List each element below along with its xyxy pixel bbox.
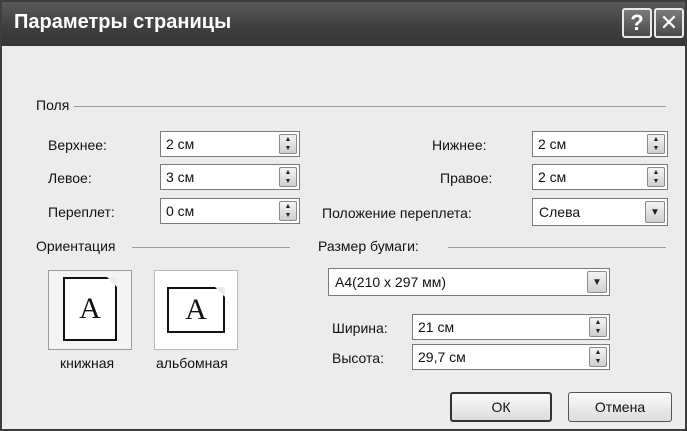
margins-group-divider <box>74 106 666 107</box>
paper-size-value: А4(210 x 297 мм) <box>335 274 447 290</box>
dialog-title: Параметры страницы <box>14 11 232 33</box>
landscape-glyph: A <box>185 293 207 326</box>
top-margin-input[interactable]: 2 см ▲ ▼ <box>160 131 300 157</box>
paper-height-value: 29,7 см <box>418 349 466 365</box>
gutter-value: 0 см <box>166 203 195 219</box>
right-margin-input[interactable]: 2 см ▲ ▼ <box>532 164 668 190</box>
portrait-orientation-button[interactable]: A <box>48 270 132 350</box>
landscape-orientation-button[interactable]: A <box>154 270 238 350</box>
left-margin-input[interactable]: 3 см ▲ ▼ <box>160 164 300 190</box>
landscape-label: альбомная <box>156 355 228 371</box>
right-margin-label: Правое: <box>440 170 493 186</box>
spin-arrows-icon[interactable]: ▲ ▼ <box>279 201 297 221</box>
gutter-position-label: Положение переплета: <box>322 205 472 221</box>
help-button[interactable]: ? <box>622 8 652 38</box>
paper-size-group-label: Размер бумаги: <box>318 238 419 254</box>
gutter-label: Переплет: <box>48 204 115 220</box>
gutter-position-value: Слева <box>539 204 581 220</box>
paper-width-label: Ширина: <box>332 320 388 336</box>
left-margin-value: 3 см <box>166 169 195 185</box>
bottom-margin-input[interactable]: 2 см ▲ ▼ <box>532 131 668 157</box>
gutter-input[interactable]: 0 см ▲ ▼ <box>160 198 300 224</box>
spin-arrows-icon[interactable]: ▲ ▼ <box>589 347 607 367</box>
ok-button[interactable]: ОК <box>450 392 552 422</box>
portrait-page-icon: A <box>63 277 117 341</box>
title-bar: Параметры страницы ? ✕ <box>2 2 685 46</box>
page-setup-dialog: Параметры страницы ? ✕ Поля Верхнее: 2 с… <box>0 0 687 431</box>
paper-size-select[interactable]: А4(210 x 297 мм) ▼ <box>328 268 610 296</box>
chevron-down-icon[interactable]: ▼ <box>587 271 607 293</box>
bottom-margin-value: 2 см <box>538 136 567 152</box>
cancel-button[interactable]: Отмена <box>568 392 672 422</box>
spin-arrows-icon[interactable]: ▲ ▼ <box>279 134 297 154</box>
portrait-glyph: A <box>79 292 101 325</box>
chevron-down-icon[interactable]: ▼ <box>645 201 665 223</box>
close-icon: ✕ <box>659 10 679 35</box>
spin-arrows-icon[interactable]: ▲ ▼ <box>647 167 665 187</box>
top-margin-value: 2 см <box>166 136 195 152</box>
bottom-margin-label: Нижнее: <box>432 137 487 153</box>
close-button[interactable]: ✕ <box>654 8 684 38</box>
spin-arrows-icon[interactable]: ▲ ▼ <box>647 134 665 154</box>
gutter-label-colon: : <box>110 204 115 220</box>
paper-width-value: 21 см <box>418 319 455 335</box>
margins-group-label: Поля <box>36 97 70 113</box>
help-icon: ? <box>630 10 644 35</box>
portrait-label: книжная <box>60 355 115 371</box>
paper-height-input[interactable]: 29,7 см ▲ ▼ <box>412 344 610 370</box>
top-margin-label: Верхнее: <box>48 137 107 153</box>
right-margin-value: 2 см <box>538 169 567 185</box>
paper-height-label: Высота: <box>332 350 384 366</box>
spin-arrows-icon[interactable]: ▲ ▼ <box>589 317 607 337</box>
gutter-label-text: Переплет <box>48 204 111 220</box>
gutter-position-select[interactable]: Слева ▼ <box>532 198 668 226</box>
landscape-page-icon: A <box>167 287 225 333</box>
paper-size-group-divider <box>448 247 666 248</box>
spin-arrows-icon[interactable]: ▲ ▼ <box>279 167 297 187</box>
orientation-group-label: Ориентация <box>36 238 116 254</box>
orientation-group-divider <box>132 247 290 248</box>
left-margin-label: Левое: <box>48 170 92 186</box>
paper-width-input[interactable]: 21 см ▲ ▼ <box>412 314 610 340</box>
